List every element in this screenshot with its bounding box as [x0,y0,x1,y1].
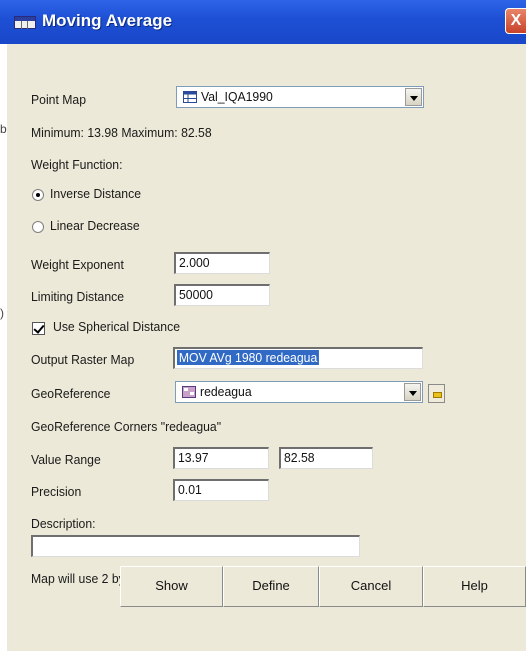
title-bar: Moving Average X [0,0,526,44]
georef-icon [182,386,196,398]
output-raster-map-value: MOV AVg 1980 redeagua [177,350,320,365]
dialog-body: Point Map Val_IQA1990 Minimum: 13.98 Max… [7,44,526,651]
weight-exponent-input[interactable]: 2.000 [174,252,270,274]
linear-decrease-label: Linear Decrease [50,218,140,233]
show-button[interactable]: Show [120,566,223,607]
moving-average-dialog: Moving Average X b ) Point Map Val_IQA19… [0,0,526,651]
georeference-value: redeagua [200,384,252,399]
value-range-label: Value Range [31,452,101,467]
weight-function-label: Weight Function: [31,157,123,172]
precision-label: Precision [31,484,82,499]
spherical-distance-checkbox[interactable] [32,322,45,335]
inverse-distance-label: Inverse Distance [50,186,142,201]
point-map-select[interactable]: Val_IQA1990 [176,86,424,108]
table-icon [183,91,197,103]
new-georeference-button[interactable] [428,384,445,403]
georeference-corners-text: GeoReference Corners "redeagua" [31,419,222,434]
weight-exponent-label: Weight Exponent [31,257,124,272]
limiting-distance-value: 50000 [179,287,213,302]
edge-mark-middle: ) [0,306,4,320]
value-range-min-input[interactable]: 13.97 [173,447,269,469]
description-label: Description: [31,516,96,531]
limiting-distance-input[interactable]: 50000 [174,284,270,306]
help-button[interactable]: Help [423,566,526,607]
output-raster-map-label: Output Raster Map [31,352,135,367]
value-range-max-input[interactable]: 82.58 [279,447,373,469]
close-button[interactable]: X [505,8,526,34]
point-map-label: Point Map [31,92,87,107]
spherical-distance-label: Use Spherical Distance [53,319,181,334]
dialog-button-bar: Show Define Cancel Help [120,566,526,607]
georeference-select[interactable]: redeagua [175,381,423,403]
edge-mark-top: b [0,122,7,136]
define-button[interactable]: Define [223,566,319,607]
point-map-dropdown-button[interactable] [405,88,422,106]
inverse-distance-radio[interactable] [32,189,44,201]
georeference-dropdown-button[interactable] [404,383,421,401]
georeference-label: GeoReference [31,386,111,401]
limiting-distance-label: Limiting Distance [31,289,125,304]
precision-value: 0.01 [178,482,202,497]
min-max-text: Minimum: 13.98 Maximum: 82.58 [31,125,212,140]
value-range-max-value: 82.58 [284,450,315,465]
linear-decrease-radio[interactable] [32,221,44,233]
output-raster-map-input[interactable]: MOV AVg 1980 redeagua [173,347,423,369]
left-edge-strip: b ) [0,44,7,651]
point-map-value: Val_IQA1990 [201,89,273,104]
precision-input[interactable]: 0.01 [173,479,269,501]
cancel-button[interactable]: Cancel [319,566,423,607]
window-app-icon [14,16,36,29]
description-input[interactable] [31,535,360,557]
window-title: Moving Average [42,11,173,30]
weight-exponent-value: 2.000 [179,255,210,270]
value-range-min-value: 13.97 [178,450,209,465]
